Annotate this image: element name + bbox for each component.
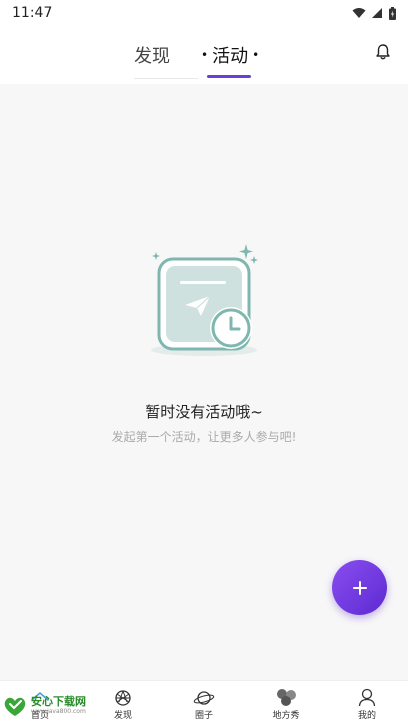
watermark-brand: 安心下载网	[31, 695, 86, 708]
tab-activity[interactable]: • 活动 •	[201, 42, 259, 68]
nav-label-circle: 圈子	[194, 711, 213, 721]
status-bar: 11:47	[0, 0, 408, 26]
tab-discover-underline	[134, 78, 198, 79]
tab-dot-right: •	[252, 48, 260, 62]
watermark-logo-icon	[4, 697, 26, 716]
planet-icon	[193, 691, 215, 705]
watermark-text: 安心下载网 www.java800.com	[31, 696, 86, 716]
top-header: 发现 • 活动 •	[0, 26, 408, 84]
active-tab-indicator	[207, 75, 251, 78]
status-icons	[352, 6, 396, 20]
wifi-icon	[352, 8, 366, 18]
nav-item-circle[interactable]: 圈子	[184, 681, 224, 725]
nav-label-profile: 我的	[357, 711, 376, 721]
bell-icon[interactable]	[374, 43, 392, 61]
nav-label-discover: 发现	[113, 711, 132, 721]
battery-icon	[389, 6, 396, 20]
empty-activity-illustration	[151, 244, 258, 356]
tab-activity-label: 活动	[212, 46, 249, 67]
plus-icon	[352, 580, 367, 595]
empty-state-subtitle: 发起第一个活动，让更多人参与吧!	[111, 430, 297, 444]
profile-icon	[358, 688, 376, 707]
nav-label-local-show: 地方秀	[272, 711, 300, 721]
signal-icon	[372, 8, 382, 18]
local-show-icon	[277, 689, 296, 706]
tab-discover[interactable]: 发现	[134, 42, 170, 68]
tab-dot-left: •	[201, 48, 209, 62]
nav-item-profile[interactable]: 我的	[347, 681, 387, 725]
nav-item-discover[interactable]: 发现	[103, 681, 143, 725]
create-activity-button[interactable]	[332, 560, 387, 615]
empty-state-title: 暂时没有活动哦~	[145, 403, 263, 421]
watermark-url: www.java800.com	[31, 708, 86, 715]
discover-icon	[115, 690, 131, 706]
nav-item-local-show[interactable]: 地方秀	[264, 681, 308, 725]
watermark: 安心下载网 www.java800.com	[2, 690, 106, 722]
status-time: 11:47	[12, 5, 53, 21]
